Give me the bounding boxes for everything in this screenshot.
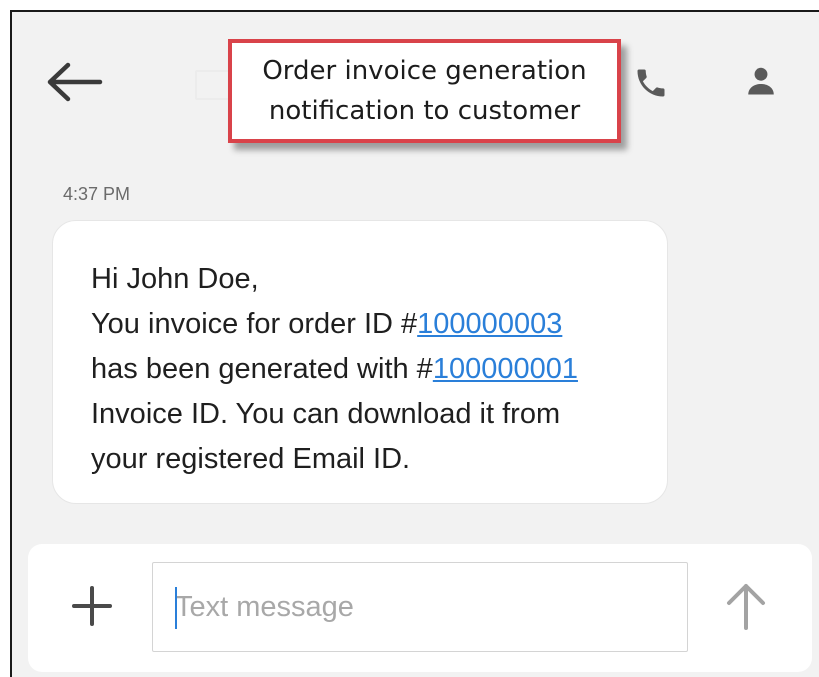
message-composer xyxy=(28,544,812,672)
add-attachment-button[interactable] xyxy=(68,582,116,630)
back-button[interactable] xyxy=(46,60,106,104)
order-id-prefix: You invoice for order ID # xyxy=(91,308,418,340)
text-message-input[interactable] xyxy=(153,563,687,651)
contact-details-button[interactable] xyxy=(743,63,779,99)
message-line-order: You invoice for order ID #100000003 xyxy=(91,302,629,347)
person-icon xyxy=(748,67,774,95)
plus-icon xyxy=(72,586,112,626)
message-greeting: Hi John Doe, xyxy=(91,263,259,295)
message-timestamp: 4:37 PM xyxy=(63,184,131,204)
phone-icon xyxy=(637,69,665,97)
order-id-link[interactable]: 100000003 xyxy=(417,308,562,340)
message-line-email: your registered Email ID. xyxy=(91,443,411,475)
text-message-field[interactable] xyxy=(152,562,688,652)
message-line-download: Invoice ID. You can download it from xyxy=(91,398,561,430)
text-cursor xyxy=(175,587,177,629)
message-bubble[interactable]: Hi John Doe, You invoice for order ID #1… xyxy=(52,220,668,504)
call-button[interactable] xyxy=(633,65,669,101)
callout-line-2: notification to customer xyxy=(268,96,581,126)
arrow-left-icon xyxy=(47,62,103,102)
arrow-up-icon xyxy=(727,584,765,630)
invoice-id-link[interactable]: 100000001 xyxy=(433,353,578,385)
callout-line-1: Order invoice generation xyxy=(262,56,587,86)
message-line-invoice: has been generated with #100000001 xyxy=(91,347,629,392)
messaging-screen: Order invoice generation notification to… xyxy=(10,10,819,677)
invoice-id-prefix: has been generated with # xyxy=(91,353,433,385)
annotation-callout: Order invoice generation notification to… xyxy=(228,39,621,143)
send-button[interactable] xyxy=(722,580,770,632)
